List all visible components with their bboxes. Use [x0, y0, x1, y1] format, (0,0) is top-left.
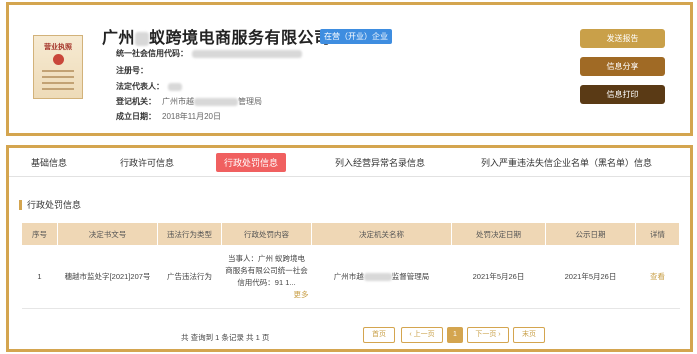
redacted-mask — [168, 82, 182, 91]
publish-date: 2021年5月26日 — [545, 245, 636, 309]
license-line — [42, 82, 74, 84]
authority-label: 登记机关： — [116, 97, 156, 106]
more-link[interactable]: 更多 — [294, 289, 309, 301]
date-row: 成立日期： 2018年11月20日 — [116, 111, 221, 122]
license-line — [42, 88, 74, 90]
row-index: 1 — [21, 245, 58, 309]
credit-code-label: 统一社会信用代码： — [116, 49, 188, 58]
legal-rep-label: 法定代表人： — [116, 82, 164, 91]
redacted-mask — [363, 273, 392, 282]
authority-value-suffix: 管理局 — [238, 97, 262, 106]
penalty-content: 当事人：广州 蚁跨境电商服务有限公司统一社会信用代码：91 1... — [225, 254, 308, 287]
authority-suffix: 监督管理局 — [391, 272, 430, 281]
column-header: 公示日期 — [545, 222, 636, 246]
table-header-row: 序号 决定书文号 违法行为类型 行政处罚内容 决定机关名称 处罚决定日期 公示日… — [21, 222, 680, 246]
credit-code-row: 统一社会信用代码： — [116, 48, 302, 59]
prev-page-button[interactable]: ‹ 上一页 — [401, 327, 443, 343]
tab-blacklist[interactable]: 列入严重违法失信企业名单（黑名单）信息 — [481, 156, 652, 169]
pagination-summary: 共 查询到 1 条记录 共 1 页 — [181, 333, 270, 342]
company-name-prefix: 广州 — [102, 30, 136, 47]
detail-cell: 查看 — [635, 245, 680, 309]
first-page-button[interactable]: 首页 — [363, 327, 395, 343]
reg-no-row: 注册号： — [116, 65, 148, 76]
decision-doc-no: 穗越市监处字[2021]207号 — [57, 245, 158, 309]
decision-date: 2021年5月26日 — [451, 245, 546, 309]
table-row: 1 穗越市监处字[2021]207号 广告违法行为 当事人：广州 蚁跨境电商服务… — [21, 245, 680, 309]
tab-admin-license[interactable]: 行政许可信息 — [120, 156, 174, 169]
tab-abnormal-list[interactable]: 列入经营异常名录信息 — [335, 156, 425, 169]
view-detail-link[interactable]: 查看 — [650, 272, 665, 281]
column-header: 行政处罚内容 — [221, 222, 312, 246]
column-header: 决定书文号 — [57, 222, 158, 246]
company-name-suffix: 蚁跨境电商服务有限公司 — [149, 30, 331, 47]
established-date-label: 成立日期： — [116, 112, 156, 121]
column-header: 处罚决定日期 — [451, 222, 546, 246]
send-report-button[interactable]: 发送报告 — [580, 29, 665, 48]
license-line — [42, 76, 74, 78]
redacted-mask — [194, 97, 238, 106]
license-seal-icon — [53, 54, 64, 65]
penalty-table: 序号 决定书文号 违法行为类型 行政处罚内容 决定机关名称 处罚决定日期 公示日… — [21, 222, 680, 309]
redacted-mask — [192, 49, 302, 58]
current-page-button[interactable]: 1 — [447, 327, 463, 343]
print-info-button[interactable]: 信息打印 — [580, 85, 665, 104]
established-date-value: 2018年11月20日 — [162, 112, 221, 121]
license-line — [42, 70, 74, 72]
column-header: 违法行为类型 — [157, 222, 222, 246]
records-panel: 基础信息 行政许可信息 行政处罚信息 列入经营异常名录信息 列入严重违法失信企业… — [6, 145, 693, 352]
authority-value-prefix: 广州市越 — [162, 97, 194, 106]
authority-cell: 广州市越 监督管理局 — [311, 245, 452, 309]
share-info-button[interactable]: 信息分享 — [580, 57, 665, 76]
redacted-mask — [135, 31, 150, 46]
authority-row: 登记机关： 广州市越 管理局 — [116, 96, 262, 107]
penalty-content-cell: 当事人：广州 蚁跨境电商服务有限公司统一社会信用代码：91 1... 更多 — [221, 245, 312, 309]
last-page-button[interactable]: 末页 — [513, 327, 545, 343]
authority-prefix: 广州市越 — [333, 272, 364, 281]
column-header: 决定机关名称 — [311, 222, 452, 246]
license-title: 营业执照 — [44, 44, 72, 51]
tab-bar: 基础信息 行政许可信息 行政处罚信息 列入经营异常名录信息 列入严重违法失信企业… — [9, 148, 690, 177]
legal-rep-row: 法定代表人： — [116, 81, 182, 92]
section-title: 行政处罚信息 — [19, 200, 81, 210]
tab-basic-info[interactable]: 基础信息 — [31, 156, 67, 169]
business-license-image: 营业执照 — [33, 35, 83, 99]
violation-type: 广告违法行为 — [157, 245, 222, 309]
next-page-button[interactable]: 下一页 › — [467, 327, 509, 343]
reg-no-label: 注册号： — [116, 66, 148, 75]
column-header: 详情 — [635, 222, 680, 246]
column-header: 序号 — [21, 222, 58, 246]
status-badge: 在营（开业）企业 — [320, 29, 392, 44]
tab-admin-penalty[interactable]: 行政处罚信息 — [216, 153, 287, 172]
company-name: 广州 蚁跨境电商服务有限公司 — [102, 24, 331, 48]
